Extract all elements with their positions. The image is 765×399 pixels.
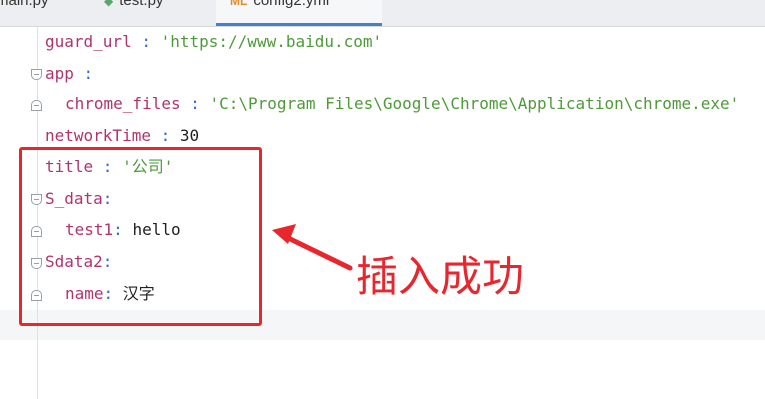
arrow-left-icon xyxy=(272,224,353,271)
fold-end-icon[interactable] xyxy=(31,100,42,111)
code-line-app: app : xyxy=(45,64,94,83)
editor-tab-bar: main.py ◆ test.py ML config2.yml xyxy=(0,0,765,27)
tab-config2-yml[interactable]: ML config2.yml xyxy=(216,0,382,26)
yml-file-icon: ML xyxy=(230,0,248,8)
tab-test-py[interactable]: ◆ test.py xyxy=(104,0,163,26)
code-line-guard-url: guard_url : 'https://www.baidu.com' xyxy=(45,32,383,51)
code-line-network-time: networkTime : 30 xyxy=(45,126,200,145)
annotation-text: 插入成功 xyxy=(356,252,525,301)
tab-label: test.py xyxy=(119,0,164,9)
python-file-icon: ◆ xyxy=(104,0,114,8)
tab-label: config2.yml xyxy=(253,0,330,9)
editor-blank-area xyxy=(576,365,765,399)
tab-main-py[interactable]: main.py xyxy=(0,0,49,26)
fold-open-icon[interactable] xyxy=(31,69,42,80)
code-line-chrome-files: chrome_files : 'C:\Program Files\Google\… xyxy=(65,94,740,113)
highlight-box xyxy=(19,147,262,326)
tab-label: main.py xyxy=(0,0,49,9)
